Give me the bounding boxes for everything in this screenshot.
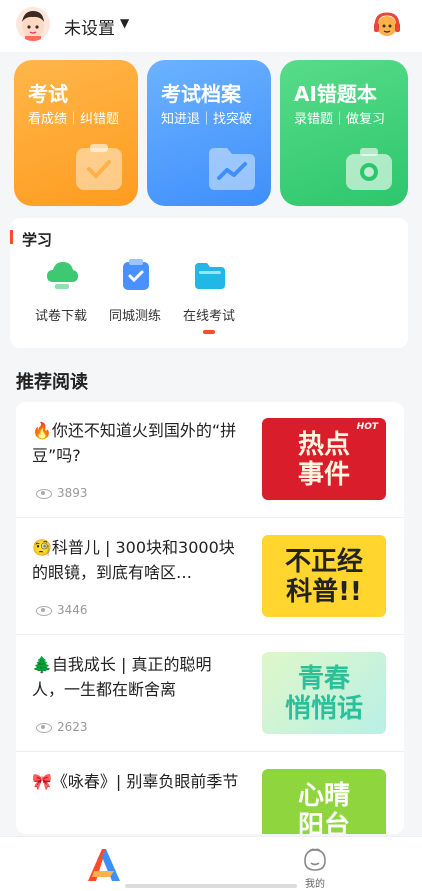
feature-cards: 考试 看成绩｜纠错题 考试档案 知进退｜找突破 AI错题本 录错题｜做复习 [14, 60, 408, 206]
home-indicator [125, 884, 297, 888]
view-count: 3446 [36, 603, 88, 617]
card-subtitle: 录错题｜做复习 [294, 112, 386, 127]
tool-label: 同城测练 [108, 309, 161, 324]
clipboard-check-icon [74, 144, 124, 192]
article-title: 🔥你还不知道火到国外的“拼豆”吗? [32, 421, 237, 465]
top-bar: 未设置 ▼ [0, 0, 422, 52]
online-exam-button[interactable]: 在线考试 [174, 258, 244, 328]
article-thumbnail: 青春 悄悄话 [262, 652, 386, 734]
card-title: 考试档案 [161, 82, 241, 106]
eye-icon [36, 605, 52, 616]
exam-archive-card[interactable]: 考试档案 知进退｜找突破 [147, 60, 271, 206]
user-avatar[interactable] [16, 7, 50, 41]
card-subtitle: 看成绩｜纠错题 [28, 112, 120, 127]
article-thumbnail: 不正经 科普!! [262, 535, 386, 617]
tool-label: 试卷下载 [34, 309, 87, 324]
cloud-download-icon [45, 258, 79, 292]
article-title: 🌲自我成长 | 真正的聪明人，一生都在断舍离 [32, 655, 212, 699]
article-item[interactable]: 🌲自我成长 | 真正的聪明人，一生都在断舍离 2623 青春 悄悄话 [16, 636, 404, 752]
view-count: 3893 [36, 486, 88, 500]
scroll-indicator [203, 330, 215, 334]
card-subtitle: 知进退｜找突破 [161, 112, 253, 127]
mine-tab[interactable]: 我的 [290, 843, 340, 890]
customer-service-icon[interactable] [372, 10, 402, 40]
bottom-tab-bar: 我的 [0, 836, 422, 891]
camera-icon [344, 144, 394, 192]
article-item[interactable]: 🎀《咏春》| 别辜负眼前季节 心晴 阳台 [16, 753, 404, 834]
chevron-down-icon[interactable]: ▼ [120, 16, 129, 30]
user-name[interactable]: 未设置 [64, 14, 115, 39]
article-title: 🧐科普儿 | 300块和3000块的眼镜，到底有啥区… [32, 538, 235, 582]
article-thumbnail: 热点 事件 HOT [262, 418, 386, 500]
exam-card[interactable]: 考试 看成绩｜纠错题 [14, 60, 138, 206]
home-tab-icon[interactable] [84, 847, 124, 883]
eye-icon [36, 722, 52, 733]
profile-icon [304, 848, 326, 871]
ai-wrong-book-card[interactable]: AI错题本 录错题｜做复习 [280, 60, 408, 206]
article-list: 🔥你还不知道火到国外的“拼豆”吗? 3893 热点 事件 HOT 🧐科普儿 | … [16, 402, 404, 834]
article-thumbnail: 心晴 阳台 [262, 769, 386, 834]
article-item[interactable]: 🔥你还不知道火到国外的“拼豆”吗? 3893 热点 事件 HOT [16, 402, 404, 518]
study-section: 学习 试卷下载 同城测练 在线考试 [10, 218, 408, 348]
eye-icon [36, 488, 52, 499]
tool-label: 在线考试 [182, 309, 235, 324]
hot-badge: HOT [356, 422, 378, 432]
folder-icon [193, 258, 227, 292]
article-title: 🎀《咏春》| 别辜负眼前季节 [32, 772, 239, 791]
trend-folder-icon [207, 144, 257, 192]
card-title: 考试 [28, 82, 68, 106]
section-marker [10, 230, 13, 244]
paper-download-button[interactable]: 试卷下载 [26, 258, 96, 328]
article-item[interactable]: 🧐科普儿 | 300块和3000块的眼镜，到底有啥区… 3446 不正经 科普!… [16, 519, 404, 635]
section-title: 学习 [22, 231, 53, 249]
view-count: 2623 [36, 720, 88, 734]
card-title: AI错题本 [294, 82, 377, 106]
city-practice-button[interactable]: 同城测练 [100, 258, 170, 328]
tab-label: 我的 [305, 879, 325, 890]
checklist-icon [119, 258, 153, 292]
recommend-title: 推荐阅读 [16, 372, 88, 393]
